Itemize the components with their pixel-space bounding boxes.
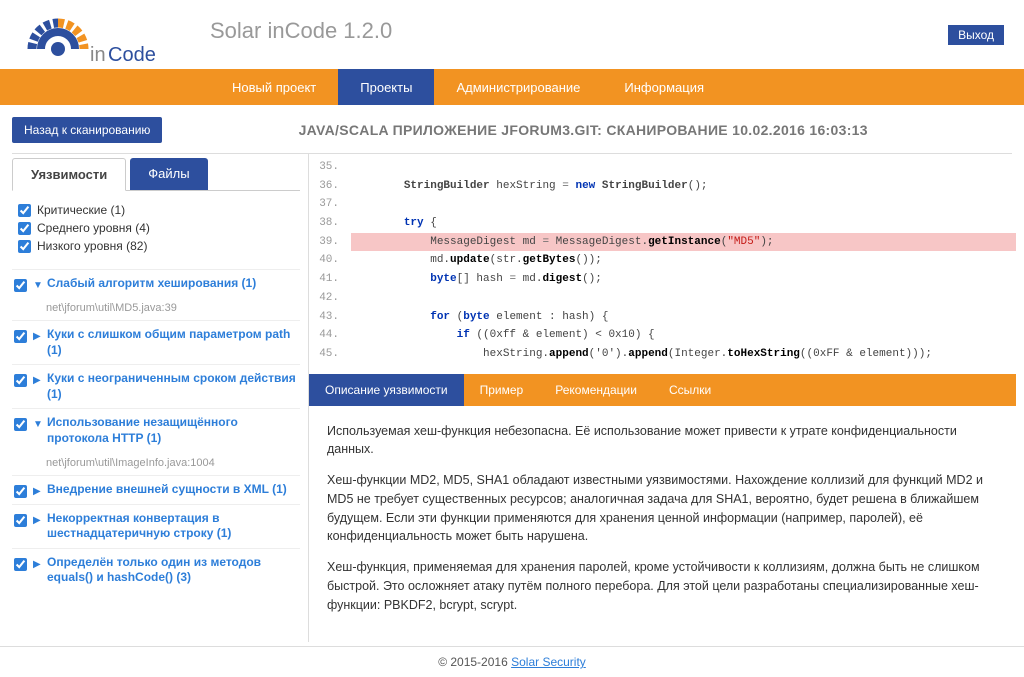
vuln-title: Слабый алгоритм хеширования (1)	[47, 276, 298, 292]
line-number: 38.	[309, 214, 351, 233]
vuln-title: Определён только один из методов equals(…	[47, 555, 298, 586]
line-number: 40.	[309, 251, 351, 270]
vuln-checkbox[interactable]	[14, 514, 27, 527]
vuln-item[interactable]: ▶ Определён только один из методов equals…	[12, 548, 300, 592]
line-number: 37.	[309, 195, 351, 214]
vuln-item[interactable]: ▶ Куки с слишком общим параметром path (1…	[12, 320, 300, 364]
code-line: 40. md.update(str.getBytes());	[309, 251, 1016, 270]
vuln-checkbox[interactable]	[14, 485, 27, 498]
vuln-checkbox[interactable]	[14, 279, 27, 292]
detail-tab[interactable]: Пример	[464, 374, 540, 406]
filter-label: Низкого уровня (82)	[37, 239, 147, 253]
line-number: 36.	[309, 177, 351, 196]
vuln-title: Куки с слишком общим параметром path (1)	[47, 327, 298, 358]
svg-text:in: in	[90, 44, 106, 66]
filter-checkbox[interactable]	[18, 240, 31, 253]
desc-paragraph: Хеш-функция, применяемая для хранения па…	[327, 558, 998, 614]
vulnerability-description: Используемая хеш-функция небезопасна. Её…	[309, 406, 1016, 643]
caret-icon: ▶	[33, 559, 43, 570]
copyright: © 2015-2016	[438, 655, 511, 669]
back-button[interactable]: Назад к сканированию	[12, 117, 162, 143]
vuln-checkbox[interactable]	[14, 418, 27, 431]
code-line: 39. MessageDigest md = MessageDigest.get…	[309, 233, 1016, 252]
vuln-item[interactable]: ▶ Некорректная конвертация в шестнадцатер…	[12, 504, 300, 548]
detail-tab[interactable]: Описание уязвимости	[309, 374, 464, 406]
sidebar-tabs: Уязвимости Файлы	[12, 158, 300, 191]
caret-icon: ▶	[33, 375, 43, 386]
scan-title: JAVA/SCALA ПРИЛОЖЕНИЕ JFORUM3.GIT: СКАНИ…	[162, 122, 1004, 138]
exit-button[interactable]: Выход	[948, 25, 1004, 45]
line-number: 39.	[309, 233, 351, 252]
code-line: 45. hexString.append('0').append(Integer…	[309, 345, 1016, 364]
filter-checkbox[interactable]	[18, 204, 31, 217]
code-line: 37.	[309, 195, 1016, 214]
line-number: 42.	[309, 289, 351, 308]
code-text: hexString.append('0').append(Integer.toH…	[351, 345, 1016, 364]
detail-tabs: Описание уязвимостиПримерРекомендацииСсы…	[309, 374, 1016, 406]
code-text: md.update(str.getBytes());	[351, 251, 1016, 270]
vuln-title: Некорректная конвертация в шестнадцатери…	[47, 511, 298, 542]
vuln-checkbox[interactable]	[14, 558, 27, 571]
code-text: if ((0xff & element) < 0x10) {	[351, 326, 1016, 345]
vuln-checkbox[interactable]	[14, 330, 27, 343]
filter-row: Низкого уровня (82)	[18, 237, 294, 255]
line-number: 44.	[309, 326, 351, 345]
vuln-title: Внедрение внешней сущности в XML (1)	[47, 482, 298, 498]
nav-admin[interactable]: Администрирование	[434, 69, 602, 105]
tab-files[interactable]: Файлы	[130, 158, 207, 190]
line-number: 45.	[309, 345, 351, 364]
code-text: MessageDigest md = MessageDigest.getInst…	[351, 233, 1016, 252]
filter-row: Критические (1)	[18, 201, 294, 219]
tab-vulnerabilities[interactable]: Уязвимости	[12, 158, 126, 191]
code-viewer: 35.36. StringBuilder hexString = new Str…	[309, 154, 1016, 368]
code-line: 42.	[309, 289, 1016, 308]
code-line: 44. if ((0xff & element) < 0x10) {	[309, 326, 1016, 345]
app-title: Solar inCode 1.2.0	[200, 10, 948, 44]
vuln-item[interactable]: ▶ Внедрение внешней сущности в XML (1)	[12, 475, 300, 504]
code-line: 35.	[309, 158, 1016, 177]
detail-tab[interactable]: Ссылки	[653, 374, 727, 406]
nav-info[interactable]: Информация	[602, 69, 726, 105]
line-number: 35.	[309, 158, 351, 177]
code-line: 38. try {	[309, 214, 1016, 233]
vuln-checkbox[interactable]	[14, 374, 27, 387]
code-text: StringBuilder hexString = new StringBuil…	[351, 177, 1016, 196]
desc-paragraph: Хеш-функции MD2, MD5, SHA1 обладают изве…	[327, 471, 998, 546]
vuln-file-path[interactable]: net\jforum\util\ImageInfo.java:1004	[12, 453, 300, 475]
caret-icon: ▶	[33, 486, 43, 497]
vuln-item[interactable]: ▶ Куки с неограниченным сроком действия (…	[12, 364, 300, 408]
code-line: 36. StringBuilder hexString = new String…	[309, 177, 1016, 196]
caret-icon: ▼	[33, 419, 43, 430]
code-text	[351, 289, 1016, 308]
code-line: 43. for (byte element : hash) {	[309, 308, 1016, 327]
caret-icon: ▶	[33, 515, 43, 526]
vuln-item[interactable]: ▼ Слабый алгоритм хеширования (1)	[12, 269, 300, 298]
code-text: byte[] hash = md.digest();	[351, 270, 1016, 289]
code-line: 41. byte[] hash = md.digest();	[309, 270, 1016, 289]
desc-paragraph: Используемая хеш-функция небезопасна. Её…	[327, 422, 998, 460]
footer: © 2015-2016 Solar Security	[0, 646, 1024, 677]
filter-label: Среднего уровня (4)	[37, 221, 150, 235]
code-text: try {	[351, 214, 1016, 233]
logo: in Code	[20, 10, 200, 95]
line-number: 41.	[309, 270, 351, 289]
nav-projects[interactable]: Проекты	[338, 69, 434, 105]
footer-link[interactable]: Solar Security	[511, 655, 586, 669]
vuln-item[interactable]: ▼ Использование незащищённого протокола H…	[12, 408, 300, 452]
filter-checkbox[interactable]	[18, 222, 31, 235]
caret-icon: ▶	[33, 331, 43, 342]
vuln-title: Куки с неограниченным сроком действия (1…	[47, 371, 298, 402]
detail-tab[interactable]: Рекомендации	[539, 374, 653, 406]
vuln-file-path[interactable]: net\jforum\util\MD5.java:39	[12, 298, 300, 320]
line-number: 43.	[309, 308, 351, 327]
code-text	[351, 158, 1016, 177]
caret-icon: ▼	[33, 280, 43, 291]
vuln-title: Использование незащищённого протокола HT…	[47, 415, 298, 446]
code-text	[351, 195, 1016, 214]
code-text: for (byte element : hash) {	[351, 308, 1016, 327]
svg-text:Code: Code	[108, 44, 156, 66]
filter-label: Критические (1)	[37, 203, 125, 217]
nav-new-project[interactable]: Новый проект	[210, 69, 338, 105]
filter-row: Среднего уровня (4)	[18, 219, 294, 237]
